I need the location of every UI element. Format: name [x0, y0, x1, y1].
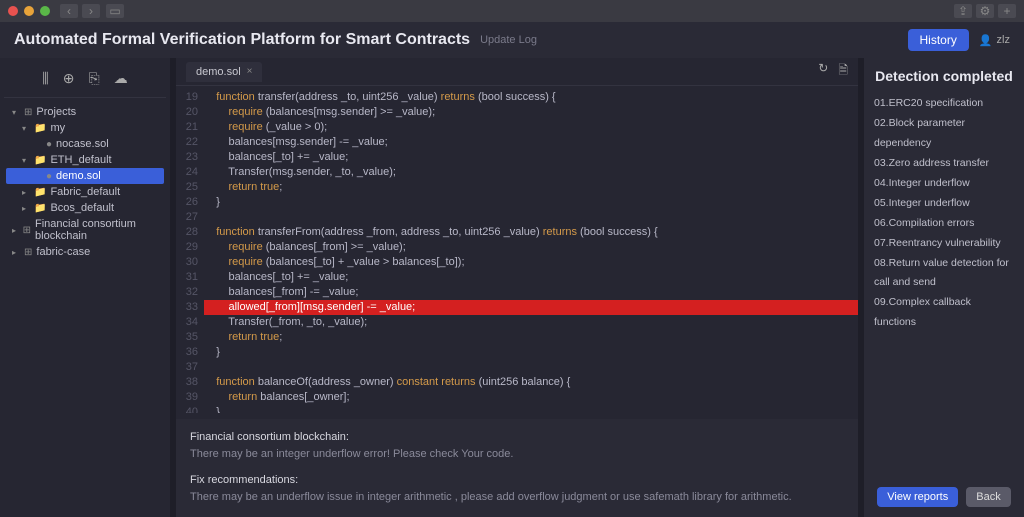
code-content[interactable]: function transfer(address _to, uint256 _…	[204, 90, 858, 409]
detection-item[interactable]: 01.ERC20 specification	[874, 94, 1014, 114]
tab-label: demo.sol	[196, 66, 241, 78]
tree-item[interactable]: ▸⊞Financial consortium blockchain	[6, 216, 164, 244]
max-dot[interactable]	[40, 6, 50, 16]
cloud-icon[interactable]: ☁	[114, 70, 128, 87]
tree-root-label: Projects	[36, 106, 76, 118]
upload-icon[interactable]: ⇪	[954, 4, 972, 18]
diag-desc-1: There may be an integer underflow error!…	[190, 446, 844, 464]
refresh-icon[interactable]: ↻	[818, 61, 828, 82]
detection-panel: Detection completed 01.ERC20 specificati…	[864, 58, 1024, 517]
detection-item[interactable]: 07.Reentrancy vulnerability	[874, 234, 1014, 254]
detection-item[interactable]: 04.Integer underflow	[874, 174, 1014, 194]
tree-item[interactable]: ▸📁Fabric_default	[6, 184, 164, 200]
tree-item[interactable]: ▸📁Bcos_default	[6, 200, 164, 216]
diagnostics-panel: Financial consortium blockchain: There m…	[176, 419, 858, 517]
detection-item[interactable]: 03.Zero address transfer	[874, 154, 1014, 174]
tree-item[interactable]: ▾📁ETH_default	[6, 152, 164, 168]
line-numbers: 1920212223242526272829303132333435363738…	[176, 90, 204, 409]
history-button[interactable]: History	[908, 29, 969, 51]
detection-title: Detection completed	[874, 68, 1014, 84]
tree-root[interactable]: ▾⊞Projects	[6, 104, 164, 120]
window-titlebar: ‹ › ▭ ⇪ ⚙ +	[0, 0, 1024, 22]
panel-icon[interactable]: ▭	[106, 4, 124, 18]
tree-item[interactable]: ▸⊞fabric-case	[6, 244, 164, 260]
app-header: Automated Formal Verification Platform f…	[0, 22, 1024, 58]
add-icon[interactable]: +	[998, 4, 1016, 18]
nav-fwd-icon[interactable]: ›	[82, 4, 100, 18]
min-dot[interactable]	[24, 6, 34, 16]
detection-list: 01.ERC20 specification02.Block parameter…	[874, 94, 1014, 333]
back-button[interactable]: Back	[966, 487, 1010, 507]
settings-icon[interactable]: ⚙	[976, 4, 994, 18]
detection-item[interactable]: 05.Integer underflow	[874, 194, 1014, 214]
tree-item[interactable]: ●nocase.sol	[6, 136, 164, 152]
view-reports-button[interactable]: View reports	[877, 487, 958, 507]
nav-back-icon[interactable]: ‹	[60, 4, 78, 18]
tree-item[interactable]: ▾📁my	[6, 120, 164, 136]
close-dot[interactable]	[8, 6, 18, 16]
diag-title-1: Financial consortium blockchain:	[190, 429, 844, 447]
project-tree: ▾⊞Projects ▾📁my●nocase.sol▾📁ETH_default●…	[4, 98, 166, 266]
library-icon[interactable]: ⫼	[42, 70, 48, 87]
tree-item[interactable]: ●demo.sol	[6, 168, 164, 184]
app-title: Automated Formal Verification Platform f…	[14, 31, 470, 49]
code-editor[interactable]: 1920212223242526272829303132333435363738…	[176, 86, 858, 413]
detection-item[interactable]: 06.Compilation errors	[874, 214, 1014, 234]
save-icon[interactable]: 🗎	[838, 61, 848, 82]
detection-item[interactable]: 09.Complex callback functions	[874, 293, 1014, 333]
new-folder-icon[interactable]: ⊕	[63, 70, 75, 87]
diag-desc-2: There may be an underflow issue in integ…	[190, 489, 844, 507]
username: zlz	[997, 34, 1010, 46]
editor-tabs: demo.sol × ↻ 🗎	[176, 58, 858, 86]
diag-title-2: Fix recommendations:	[190, 472, 844, 490]
detection-item[interactable]: 02.Block parameter dependency	[874, 114, 1014, 154]
update-log-link[interactable]: Update Log	[480, 34, 537, 46]
tab-demo[interactable]: demo.sol ×	[186, 62, 262, 82]
detection-item[interactable]: 08.Return value detection for call and s…	[874, 254, 1014, 294]
copy-icon[interactable]: ⎘	[88, 70, 99, 87]
user-menu[interactable]: 👤 zlz	[979, 34, 1010, 47]
sidebar: ⫼ ⊕ ⎘ ☁ ▾⊞Projects ▾📁my●nocase.sol▾📁ETH_…	[0, 58, 170, 517]
close-icon[interactable]: ×	[247, 66, 253, 77]
